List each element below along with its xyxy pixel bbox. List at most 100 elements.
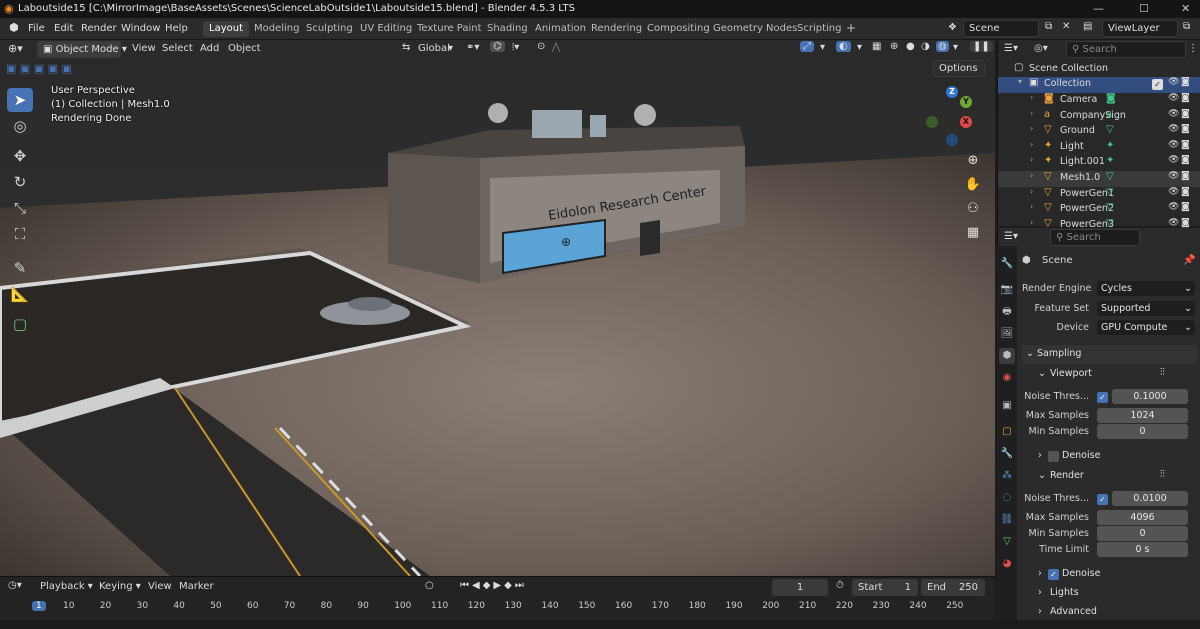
device-dropdown[interactable]: GPU Compute ⌄: [1097, 320, 1195, 335]
snap-options-icon[interactable]: ⦙▾: [512, 42, 519, 53]
world-tab-icon[interactable]: ◉: [999, 370, 1015, 386]
r-denoise-checkbox[interactable]: ✓: [1048, 569, 1059, 580]
visibility-eye-icon[interactable]: 👁: [1168, 155, 1179, 165]
chevron-down-icon[interactable]: ⌄: [1038, 470, 1046, 481]
r-time-limit-field[interactable]: 0 s: [1097, 542, 1188, 557]
render-tab-icon[interactable]: 📷: [999, 282, 1015, 298]
outliner-item[interactable]: › ✦ Light.001 ✦ 👁 ◙: [998, 155, 1200, 171]
object-data-icon[interactable]: ◙: [1106, 93, 1116, 104]
add-workspace-button[interactable]: +: [840, 19, 862, 35]
outliner-scene-collection[interactable]: ▢ Scene Collection: [998, 62, 1200, 78]
delete-scene-icon[interactable]: ✕: [1062, 21, 1070, 32]
tab-sculpting[interactable]: Sculpting: [300, 21, 359, 37]
chevron-down-icon[interactable]: ▾: [857, 42, 862, 53]
camera-view-icon[interactable]: ⚇: [962, 198, 984, 220]
3d-viewport[interactable]: ⊕ Eidolon Research Center User Perspecti…: [0, 58, 995, 576]
mode-selector[interactable]: ▣ Object Mode ▾: [37, 41, 127, 58]
gizmo-neg-z-axis[interactable]: [946, 134, 958, 146]
chevron-right-icon[interactable]: ›: [1030, 218, 1033, 227]
measure-tool-icon[interactable]: 📐: [7, 282, 33, 306]
chevron-right-icon[interactable]: ›: [1030, 124, 1033, 133]
modifier-tab-icon[interactable]: 🔧: [999, 446, 1015, 462]
editor-type-icon[interactable]: ⊕▾: [8, 42, 23, 55]
view-layer-tab-icon[interactable]: 🖼: [999, 326, 1015, 342]
add-cube-tool-icon[interactable]: ▢: [7, 312, 33, 336]
pan-hand-icon[interactable]: ✋: [962, 174, 984, 196]
gizmo-toggle-icon[interactable]: ⤢: [800, 41, 814, 52]
properties-search-input[interactable]: ⚲ Search: [1050, 229, 1140, 246]
zoom-icon[interactable]: ⊕: [962, 150, 984, 172]
visibility-eye-icon[interactable]: 👁: [1168, 202, 1179, 212]
scene-tab-icon[interactable]: ⬢: [999, 348, 1015, 364]
menu-render[interactable]: Render: [81, 23, 117, 34]
render-camera-icon[interactable]: ◙: [1181, 171, 1190, 181]
visibility-eye-icon[interactable]: 👁: [1168, 109, 1179, 119]
particles-tab-icon[interactable]: ⁂: [999, 468, 1015, 484]
pivot-icon[interactable]: ⚭▾: [466, 42, 479, 53]
output-tab-icon[interactable]: 🖶: [999, 304, 1015, 320]
render-camera-icon[interactable]: ◙: [1181, 155, 1190, 165]
perspective-toggle-icon[interactable]: ▦: [962, 222, 984, 244]
outliner-item[interactable]: › ▽ Mesh1.0 ▽ 👁 ◙: [998, 171, 1200, 187]
tab-compositing[interactable]: Compositing: [641, 21, 716, 37]
sampling-panel-header[interactable]: ⌄ Sampling: [1022, 345, 1198, 364]
data-tab-icon[interactable]: ▽: [999, 534, 1015, 550]
overlays-icon[interactable]: ◐: [836, 41, 851, 52]
lights-subpanel-label[interactable]: Lights: [1050, 587, 1079, 598]
gizmo-x-axis[interactable]: X: [960, 116, 972, 128]
menu-window[interactable]: Window: [121, 23, 160, 34]
object-data-icon[interactable]: ▽: [1106, 187, 1114, 198]
navigation-gizmo[interactable]: Z Y X: [920, 82, 980, 146]
object-data-icon[interactable]: ▽: [1106, 171, 1114, 182]
blender-menu-icon[interactable]: ⬢: [9, 21, 19, 34]
outliner-item[interactable]: › ▽ PowerGen2 ▽ 👁 ◙: [998, 202, 1200, 218]
object-data-icon[interactable]: ✦: [1106, 155, 1114, 166]
maximize-button[interactable]: ☐: [1139, 2, 1149, 15]
chevron-right-icon[interactable]: ›: [1030, 93, 1033, 102]
r-noise-field[interactable]: 0.0100: [1112, 491, 1188, 506]
solid-shading-icon[interactable]: ●: [906, 41, 915, 52]
vp-max-samples-field[interactable]: 1024: [1097, 408, 1188, 423]
r-max-samples-field[interactable]: 4096: [1097, 510, 1188, 525]
gizmo-neg-y-axis[interactable]: [926, 116, 938, 128]
vp-denoise-checkbox[interactable]: [1048, 451, 1059, 462]
chevron-down-icon[interactable]: ▾: [820, 42, 825, 53]
move-tool-icon[interactable]: ✥: [7, 144, 33, 168]
new-scene-icon[interactable]: ⧉: [1045, 21, 1052, 32]
pause-render-icon[interactable]: ❚❚: [970, 41, 993, 52]
exclude-checkbox[interactable]: ✓: [1152, 79, 1163, 90]
presets-icon[interactable]: ⫶⫶: [1160, 469, 1165, 480]
tab-modeling[interactable]: Modeling: [248, 21, 306, 37]
visibility-eye-icon[interactable]: 👁: [1168, 171, 1179, 181]
cursor-tool-icon[interactable]: ◎: [7, 114, 33, 138]
render-subpanel-label[interactable]: Render: [1050, 470, 1084, 481]
minimize-button[interactable]: —: [1093, 2, 1104, 15]
constraints-tab-icon[interactable]: ⛓: [999, 512, 1015, 528]
menu-view[interactable]: View: [132, 43, 156, 54]
select-tool-icon[interactable]: ➤: [7, 88, 33, 112]
filter-icon[interactable]: ⋮: [1188, 43, 1198, 54]
render-camera-icon[interactable]: ◙: [1181, 187, 1190, 197]
render-camera-icon[interactable]: ◙: [1181, 93, 1190, 103]
object-data-icon[interactable]: a: [1106, 109, 1112, 120]
chevron-right-icon[interactable]: ›: [1030, 171, 1033, 180]
material-shading-icon[interactable]: ◑: [921, 41, 930, 52]
falloff-icon[interactable]: ⋀: [552, 42, 560, 53]
chevron-right-icon[interactable]: ›: [1038, 450, 1042, 461]
chevron-down-icon[interactable]: ▾: [1018, 77, 1022, 86]
rotate-tool-icon[interactable]: ↻: [7, 170, 33, 194]
visibility-eye-icon[interactable]: 👁: [1168, 140, 1179, 150]
advanced-subpanel-label[interactable]: Advanced: [1050, 606, 1097, 617]
new-viewlayer-icon[interactable]: ⧉: [1183, 21, 1190, 32]
rendered-shading-icon[interactable]: ◍: [936, 41, 949, 52]
visibility-eye-icon[interactable]: 👁: [1168, 77, 1179, 87]
object-data-icon[interactable]: ▽: [1106, 202, 1114, 213]
gizmo-z-axis[interactable]: Z: [946, 86, 958, 98]
scale-tool-icon[interactable]: ⤡: [7, 196, 33, 220]
options-dropdown[interactable]: Options: [933, 60, 985, 77]
outliner-item[interactable]: › ◙ Camera ◙ 👁 ◙: [998, 93, 1200, 109]
render-camera-icon[interactable]: ◙: [1181, 77, 1190, 87]
vp-noise-checkbox[interactable]: ✓: [1097, 392, 1108, 403]
outliner-editor-icon[interactable]: ☰▾: [1004, 43, 1018, 54]
snap-icon[interactable]: ⌬: [490, 41, 505, 52]
